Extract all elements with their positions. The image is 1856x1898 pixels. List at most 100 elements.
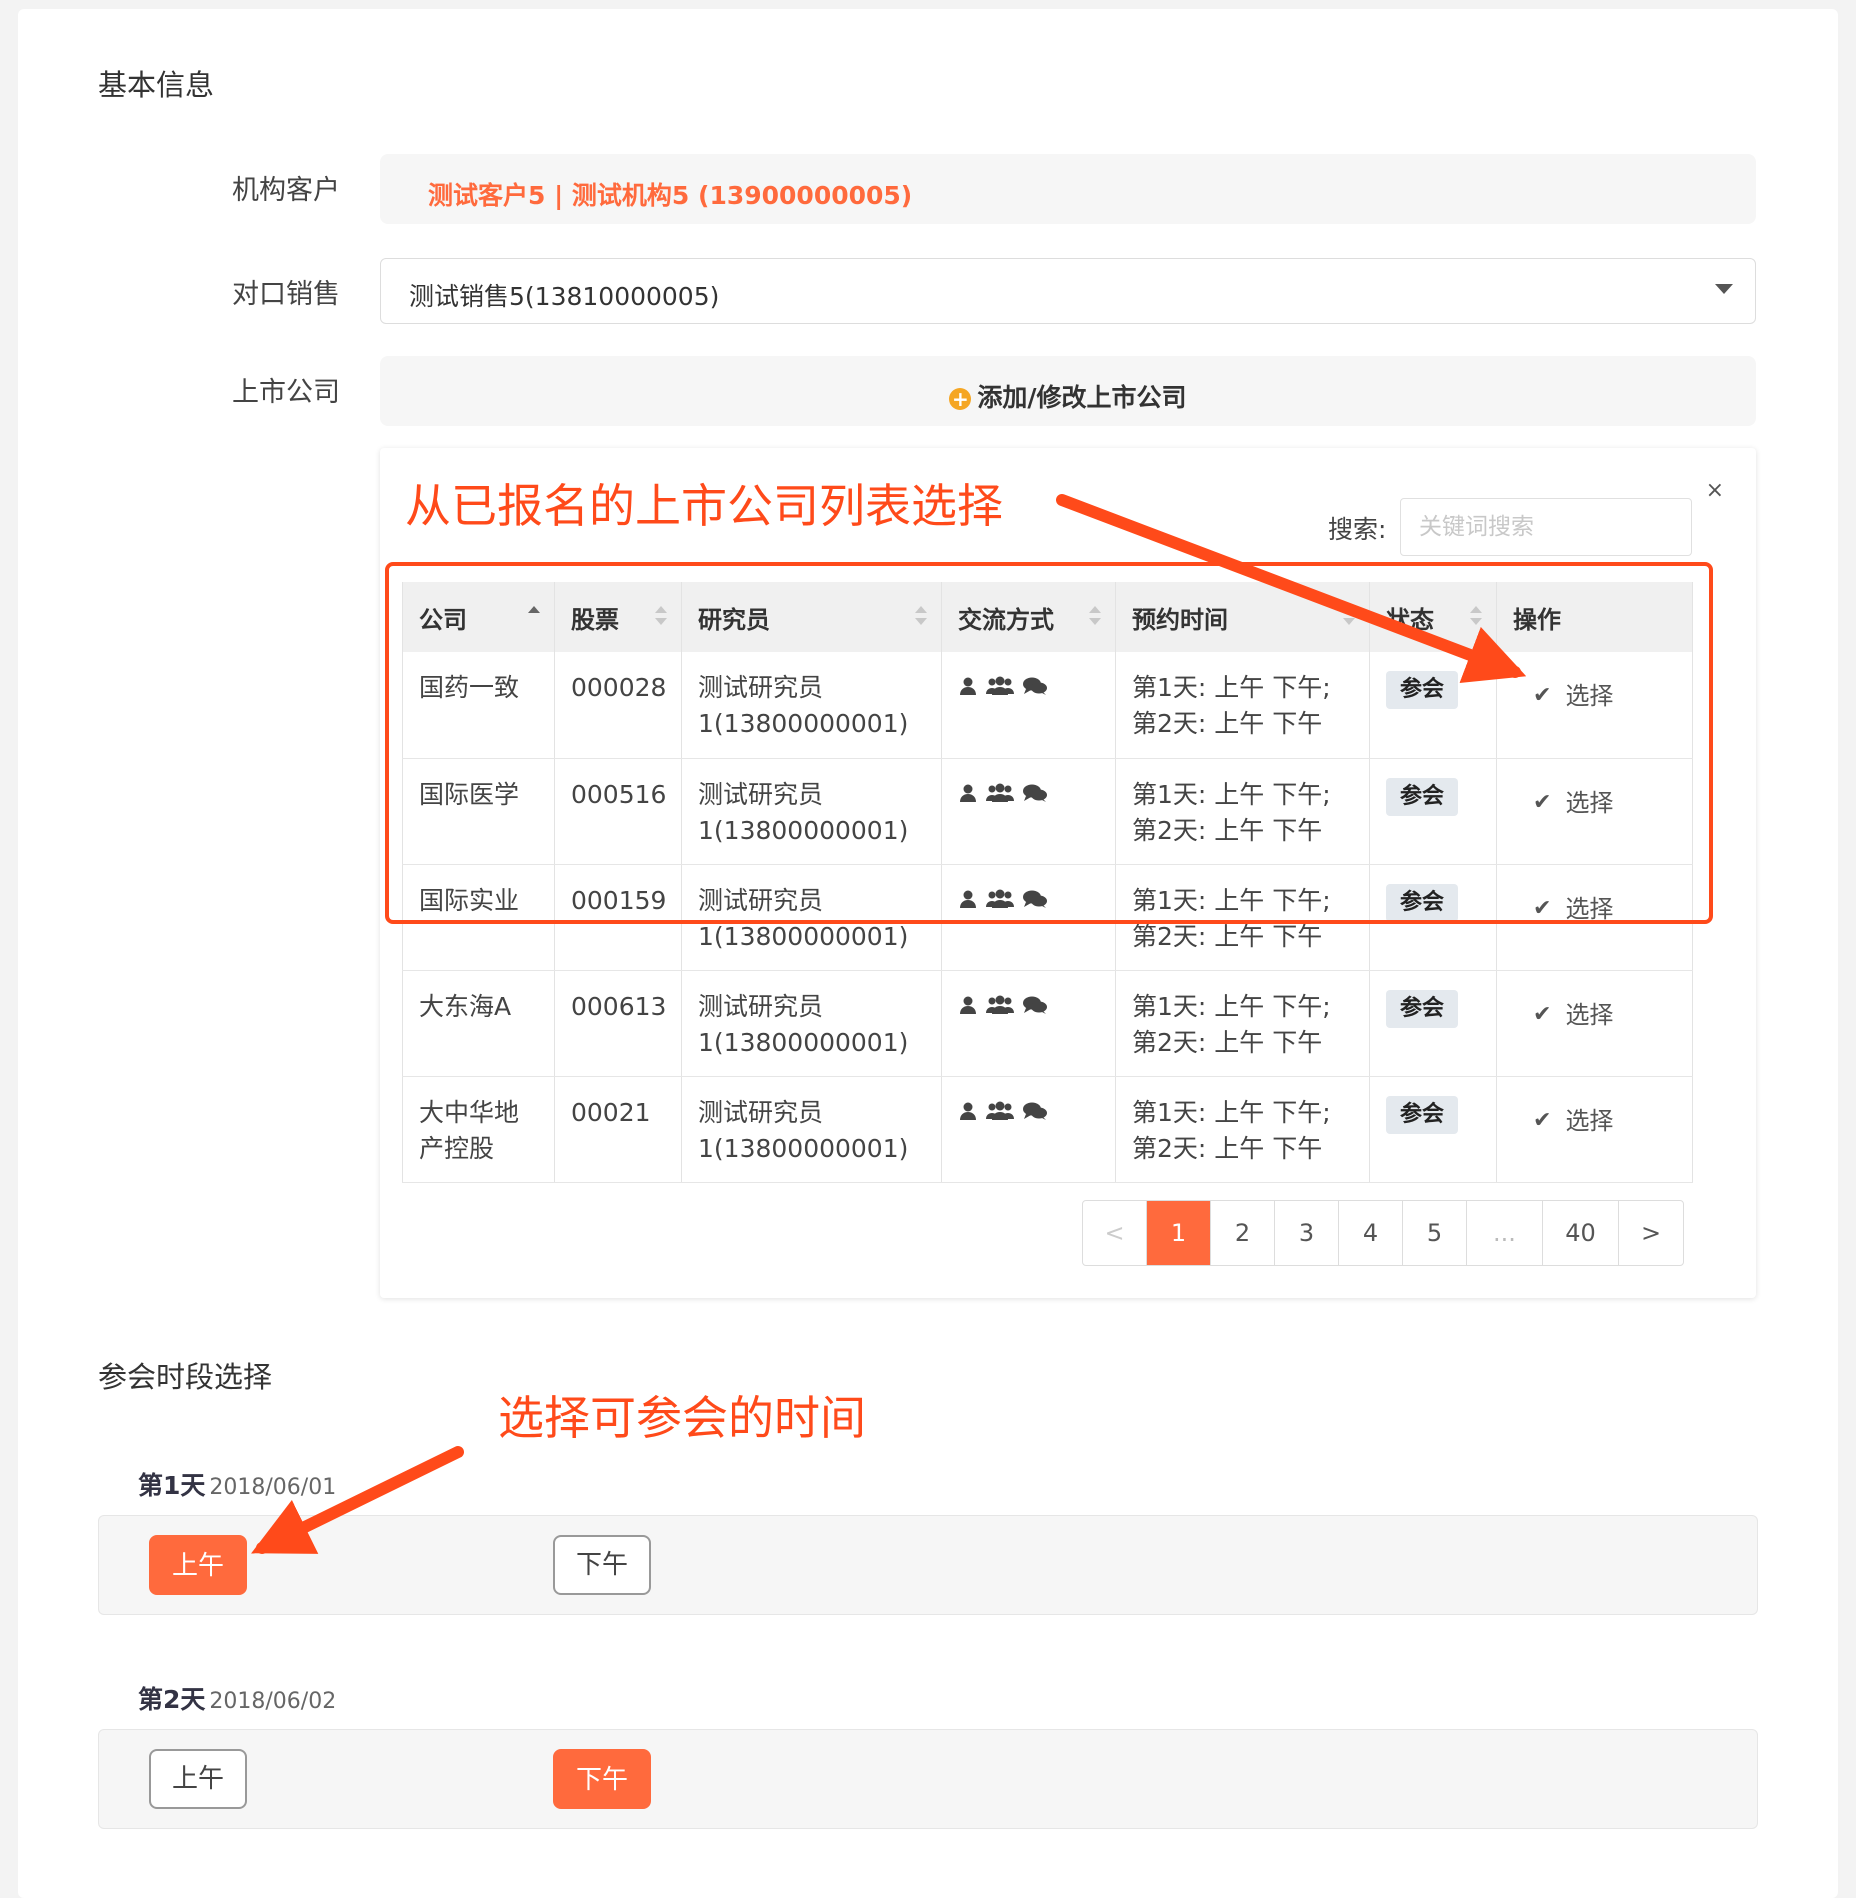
cell-researcher: 测试研究员 1(13800000001)	[681, 1076, 942, 1183]
cell-company: 国际医学	[402, 758, 555, 865]
time-line-1: 第1天: 上午 下午;	[1132, 885, 1331, 915]
select-label: 选择	[1565, 788, 1614, 817]
cell-status: 参会	[1369, 1076, 1497, 1183]
table-row: 国际实业 000159 测试研究员 1(13800000001) 第1天: 上午 下午…	[402, 864, 1693, 971]
day-1-slots: 上午 下午	[98, 1515, 1758, 1615]
page-prev-button[interactable]: <	[1083, 1201, 1147, 1265]
chat-icon	[1023, 890, 1047, 908]
select-label: 选择	[1565, 1000, 1614, 1029]
day-1-am-button[interactable]: 上午	[149, 1535, 247, 1595]
client-field: 测试客户5 | 测试机构5 (13900000005)	[380, 154, 1756, 224]
sort-icon	[915, 606, 927, 628]
page-button-3[interactable]: 3	[1275, 1201, 1339, 1265]
cell-company: 大中华地产控股	[402, 1076, 555, 1183]
day-2-pm-button[interactable]: 下午	[553, 1749, 651, 1809]
company-label: 上市公司	[232, 377, 340, 408]
page-button-last[interactable]: 40	[1543, 1201, 1619, 1265]
chat-icon	[1023, 996, 1047, 1014]
cell-time: 第1天: 上午 下午; 第2天: 上午 下午	[1115, 864, 1370, 971]
cell-company: 大东海A	[402, 970, 555, 1077]
cell-action: ✔ 选择	[1496, 970, 1693, 1077]
annotation-list-hint: 从已报名的上市公司列表选择	[405, 479, 1003, 533]
cell-status: 参会	[1369, 864, 1497, 971]
add-company-field[interactable]: + 添加/修改上市公司	[380, 356, 1756, 426]
status-badge: 参会	[1386, 671, 1459, 709]
time-line-1: 第1天: 上午 下午;	[1132, 779, 1331, 809]
page-button-2[interactable]: 2	[1211, 1201, 1275, 1265]
day-1-date: 2018/06/01	[209, 1475, 337, 1500]
add-company-label: 添加/修改上市公司	[977, 383, 1187, 412]
page-button-5[interactable]: 5	[1403, 1201, 1467, 1265]
time-line-2: 第2天: 上午 下午	[1132, 921, 1323, 951]
col-header-time[interactable]: 预约时间	[1115, 582, 1370, 652]
basic-info-title: 基本信息	[98, 68, 215, 102]
page-next-button[interactable]: >	[1619, 1201, 1683, 1265]
col-header-researcher[interactable]: 研究员	[681, 582, 942, 652]
group-icon	[986, 995, 1014, 1014]
status-badge: 参会	[1386, 1095, 1459, 1134]
col-header-company[interactable]: 公司	[402, 582, 555, 652]
table-row: 大中华地产控股 00021 测试研究员 1(13800000001) 第1天: 上午 …	[402, 1076, 1693, 1183]
select-button[interactable]: ✔ 选择	[1533, 997, 1613, 1033]
group-icon	[986, 783, 1014, 802]
cell-company: 国药一致	[402, 652, 555, 759]
status-badge: 参会	[1386, 777, 1459, 816]
add-company-button[interactable]: + 添加/修改上市公司	[380, 378, 1756, 414]
select-button[interactable]: ✔ 选择	[1533, 891, 1613, 927]
user-icon	[960, 1102, 976, 1120]
select-button[interactable]: ✔ 选择	[1533, 785, 1613, 821]
select-button[interactable]: ✔ 选择	[1533, 1103, 1613, 1139]
col-header-status[interactable]: 状态	[1369, 582, 1497, 652]
user-icon	[960, 890, 976, 908]
cell-stock: 000028	[554, 652, 682, 759]
user-icon	[960, 677, 976, 695]
page-button-1[interactable]: 1	[1147, 1201, 1211, 1265]
cell-researcher: 测试研究员 1(13800000001)	[681, 970, 942, 1077]
sort-icon	[1343, 606, 1355, 628]
cell-status: 参会	[1369, 652, 1497, 759]
col-header-stock[interactable]: 股票	[554, 582, 682, 652]
status-badge: 参会	[1386, 883, 1459, 922]
day-1-pm-button[interactable]: 下午	[553, 1535, 651, 1595]
time-line-2: 第2天: 上午 下午	[1132, 1133, 1323, 1163]
check-icon: ✔	[1533, 683, 1552, 708]
page-button-4[interactable]: 4	[1339, 1201, 1403, 1265]
day-2-title: 第2天 2018/06/02	[138, 1685, 337, 1714]
time-line-1: 第1天: 上午 下午;	[1132, 673, 1331, 702]
check-icon: ✔	[1533, 1107, 1552, 1133]
cell-researcher: 测试研究员 1(13800000001)	[681, 652, 942, 759]
cell-action: ✔ 选择	[1496, 758, 1693, 865]
search-input[interactable]	[1400, 498, 1692, 556]
sales-select[interactable]: 测试销售5(13810000005)	[380, 258, 1756, 324]
client-label: 机构客户	[232, 175, 340, 206]
sessions-title: 参会时段选择	[98, 1360, 273, 1394]
time-line-1: 第1天: 上午 下午;	[1132, 1097, 1331, 1127]
select-button[interactable]: ✔ 选择	[1533, 678, 1613, 714]
day-2-am-button[interactable]: 上午	[149, 1749, 247, 1809]
sales-select-value: 测试销售5(13810000005)	[409, 282, 720, 311]
day-1-title: 第1天 2018/06/01	[138, 1471, 337, 1500]
close-button[interactable]: ×	[1706, 478, 1724, 503]
group-icon	[986, 1101, 1014, 1120]
sort-icon	[528, 606, 540, 628]
select-label: 选择	[1565, 894, 1614, 923]
caret-down-icon	[1715, 284, 1733, 294]
cell-contact	[941, 652, 1116, 759]
page-ellipsis: ...	[1467, 1201, 1543, 1265]
select-label: 选择	[1565, 682, 1614, 710]
time-line-2: 第2天: 上午 下午	[1132, 815, 1323, 845]
time-line-2: 第2天: 上午 下午	[1132, 709, 1323, 738]
search-label: 搜索:	[1328, 515, 1387, 544]
check-icon: ✔	[1533, 895, 1552, 921]
plus-circle-icon: +	[949, 388, 972, 410]
cell-action: ✔ 选择	[1496, 864, 1693, 971]
col-header-contact[interactable]: 交流方式	[941, 582, 1116, 652]
col-header-action: 操作	[1496, 582, 1693, 652]
cell-researcher: 测试研究员 1(13800000001)	[681, 864, 942, 971]
table-row: 大东海A 000613 测试研究员 1(13800000001) 第1天: 上午 下午…	[402, 970, 1693, 1077]
cell-action: ✔ 选择	[1496, 652, 1693, 759]
cell-time: 第1天: 上午 下午; 第2天: 上午 下午	[1115, 652, 1370, 759]
group-icon	[986, 889, 1014, 908]
cell-time: 第1天: 上午 下午; 第2天: 上午 下午	[1115, 1076, 1370, 1183]
day-2-date: 2018/06/02	[209, 1689, 337, 1714]
